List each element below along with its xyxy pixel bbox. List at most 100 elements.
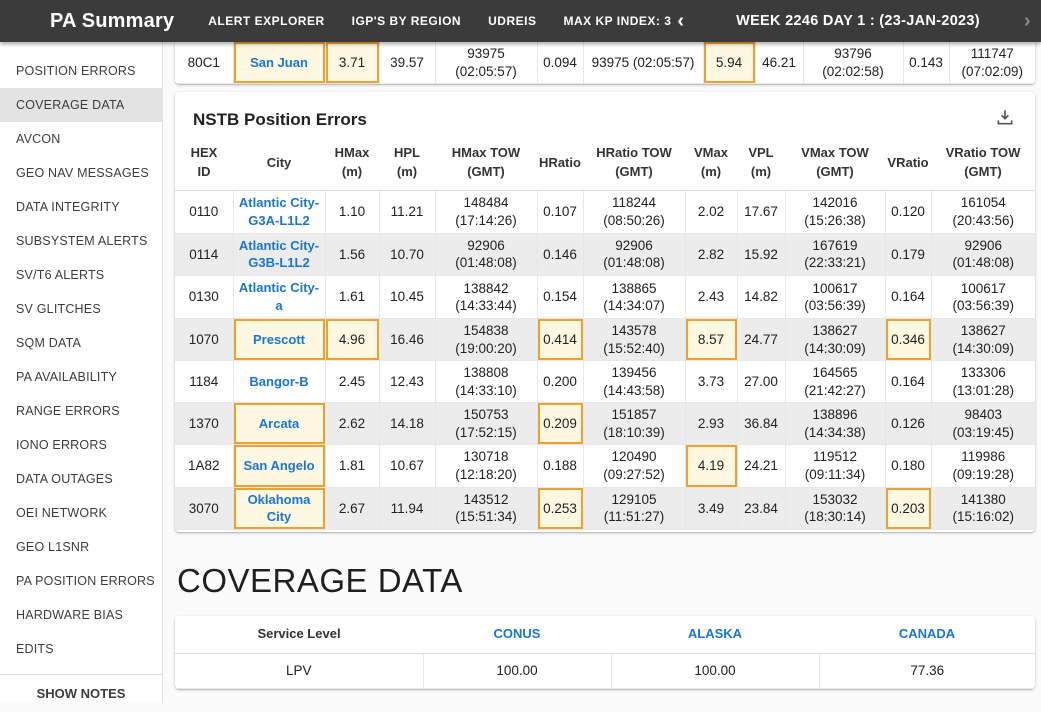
download-icon[interactable]: [991, 105, 1019, 134]
topbar-nav: ALERT EXPLORER IGP'S BY REGION UDREIS MAX K…: [208, 14, 671, 28]
table-cell: 8.57: [685, 319, 737, 361]
table-cell: 0.209: [537, 403, 583, 445]
table-cell: 141380(15:16:02): [931, 487, 1035, 530]
table-cell: 1070: [175, 319, 233, 361]
sidebar-item-range-errors[interactable]: RANGE ERRORS: [0, 394, 162, 428]
sidebar-item-avcon[interactable]: AVCON: [0, 122, 162, 156]
sidebar-item-sqm-data[interactable]: SQM DATA: [0, 326, 162, 360]
city-cell[interactable]: San Angelo: [233, 445, 325, 487]
coverage-column-conus[interactable]: CONUS: [423, 616, 611, 653]
city-link[interactable]: Prescott: [253, 332, 305, 347]
show-notes-button[interactable]: SHOW NOTES: [0, 674, 162, 712]
city-link[interactable]: Arcata: [259, 416, 299, 431]
chevron-right-icon[interactable]: ›: [1018, 11, 1037, 31]
table-cell: 0.164: [885, 361, 931, 403]
nstb-position-errors-card: NSTB Position Errors HEXIDCityHMax(m)HPL…: [175, 92, 1035, 532]
city-link[interactable]: San Angelo: [243, 458, 314, 473]
table-cell: 2.93: [685, 403, 737, 445]
table-row: 3070Oklahoma City2.6711.94143512(15:51:3…: [175, 487, 1035, 530]
chevron-left-icon[interactable]: ‹: [671, 11, 690, 31]
city-cell[interactable]: Atlantic City-a: [233, 276, 325, 319]
table-cell: 0.094: [537, 42, 583, 84]
city-link[interactable]: Atlantic City-G3A-L1L2: [239, 195, 319, 228]
table-cell: 0.146: [537, 233, 583, 276]
nstb-position-errors-table: HEXIDCityHMax(m)HPL(m)HMax TOW(GMT)HRati…: [175, 136, 1035, 530]
city-cell[interactable]: Arcata: [233, 403, 325, 445]
sidebar-item-geo-l1snr[interactable]: GEO L1SNR: [0, 530, 162, 564]
table-cell: 138808(14:33:10): [435, 361, 537, 403]
nstb-header-row: HEXIDCityHMax(m)HPL(m)HMax TOW(GMT)HRati…: [175, 136, 1035, 190]
table-cell: 92906(01:48:08): [583, 233, 685, 276]
sidebar-item-pa-availability[interactable]: PA AVAILABILITY: [0, 360, 162, 394]
table-cell: 138865(14:34:07): [583, 276, 685, 319]
table-cell: 129105(11:51:27): [583, 487, 685, 530]
table-cell: 164565(21:42:27): [785, 361, 885, 403]
sidebar-item-hardware-bias[interactable]: HARDWARE BIAS: [0, 598, 162, 632]
table-cell: 118244(08:50:26): [583, 190, 685, 233]
table-cell: 15.92: [737, 233, 785, 276]
table-cell: 0110: [175, 190, 233, 233]
table-cell: 100.00: [423, 654, 611, 689]
column-header: VRatio: [885, 136, 931, 190]
city-cell[interactable]: Atlantic City-G3B-L1L2: [233, 233, 325, 276]
city-cell[interactable]: Bangor-B: [233, 361, 325, 403]
table-cell: 10.70: [379, 233, 435, 276]
sidebar-item-sv-glitches[interactable]: SV GLITCHES: [0, 292, 162, 326]
table-cell: 150753(17:52:15): [435, 403, 537, 445]
sidebar-item-coverage-data[interactable]: COVERAGE DATA: [0, 88, 162, 122]
sidebar-item-position-errors[interactable]: POSITION ERRORS: [0, 54, 162, 88]
table-cell: 80C1: [175, 42, 233, 84]
sidebar-item-data-outages[interactable]: DATA OUTAGES: [0, 462, 162, 496]
topbar-nav-item[interactable]: MAX KP INDEX: 3: [563, 14, 671, 28]
coverage-column-canada[interactable]: CANADA: [819, 616, 1035, 653]
table-cell: 2.45: [325, 361, 379, 403]
coverage-column-alaska[interactable]: ALASKA: [611, 616, 819, 653]
table-cell: 153032(18:30:14): [785, 487, 885, 530]
table-cell: 93796(02:02:58): [803, 42, 903, 84]
table-cell: 0.414: [537, 319, 583, 361]
sidebar-item-iono-errors[interactable]: IONO ERRORS: [0, 428, 162, 462]
coverage-header-row: Service LevelCONUSALASKACANADA: [175, 616, 1035, 653]
table-row: 1184Bangor-B2.4512.43138808(14:33:10)0.2…: [175, 361, 1035, 403]
table-cell: 3070: [175, 487, 233, 530]
topbar-nav-item[interactable]: IGP'S BY REGION: [352, 14, 462, 28]
sidebar-item-data-integrity[interactable]: DATA INTEGRITY: [0, 190, 162, 224]
table-cell: 12.43: [379, 361, 435, 403]
table-cell: 0.179: [885, 233, 931, 276]
city-cell[interactable]: San Juan: [233, 42, 325, 84]
table-row: LPV100.00100.0077.36: [175, 654, 1035, 689]
column-header: HMax(m): [325, 136, 379, 190]
topbar-nav-item[interactable]: ALERT EXPLORER: [208, 14, 324, 28]
city-link[interactable]: San Juan: [250, 55, 308, 70]
topbar-nav-item[interactable]: UDREIS: [488, 14, 536, 28]
city-link[interactable]: Oklahoma City: [248, 492, 311, 525]
sidebar-item-sv-t6-alerts[interactable]: SV/T6 ALERTS: [0, 258, 162, 292]
city-cell[interactable]: Atlantic City-G3A-L1L2: [233, 190, 325, 233]
table-cell: 27.00: [737, 361, 785, 403]
city-link[interactable]: Atlantic City-a: [239, 280, 319, 313]
sidebar-item-edits[interactable]: EDITS: [0, 632, 162, 666]
table-cell: 0.203: [885, 487, 931, 530]
main-content: 80C1San Juan3.7139.5793975(02:05:57)0.09…: [163, 42, 1041, 703]
sidebar-item-subsystem-alerts[interactable]: SUBSYSTEM ALERTS: [0, 224, 162, 258]
table-row: 0110Atlantic City-G3A-L1L21.1011.2114848…: [175, 190, 1035, 233]
city-cell[interactable]: Oklahoma City: [233, 487, 325, 530]
table-cell: 0.200: [537, 361, 583, 403]
table-row: 1370Arcata2.6214.18150753(17:52:15)0.209…: [175, 403, 1035, 445]
city-link[interactable]: Bangor-B: [249, 374, 308, 389]
sidebar-item-pa-position-errors[interactable]: PA POSITION ERRORS: [0, 564, 162, 598]
table-cell: 0114: [175, 233, 233, 276]
table-row: 80C1San Juan3.7139.5793975(02:05:57)0.09…: [175, 42, 1035, 84]
city-cell[interactable]: Prescott: [233, 319, 325, 361]
table-cell: 138627(14:30:09): [931, 319, 1035, 361]
table-row: 1070Prescott4.9616.46154838(19:00:20)0.4…: [175, 319, 1035, 361]
table-cell: 0.126: [885, 403, 931, 445]
sidebar-item-oei-network[interactable]: OEI NETWORK: [0, 496, 162, 530]
nstb-table-title: NSTB Position Errors: [193, 110, 367, 130]
table-cell: 111747(07:02:09): [949, 42, 1035, 84]
column-header: VPL(m): [737, 136, 785, 190]
sidebar-item-geo-nav-messages[interactable]: GEO NAV MESSAGES: [0, 156, 162, 190]
previous-table-card: 80C1San Juan3.7139.5793975(02:05:57)0.09…: [175, 42, 1035, 84]
week-label[interactable]: WEEK 2246 DAY 1 : (23-JAN-2023): [736, 13, 980, 29]
city-link[interactable]: Atlantic City-G3B-L1L2: [239, 238, 319, 271]
